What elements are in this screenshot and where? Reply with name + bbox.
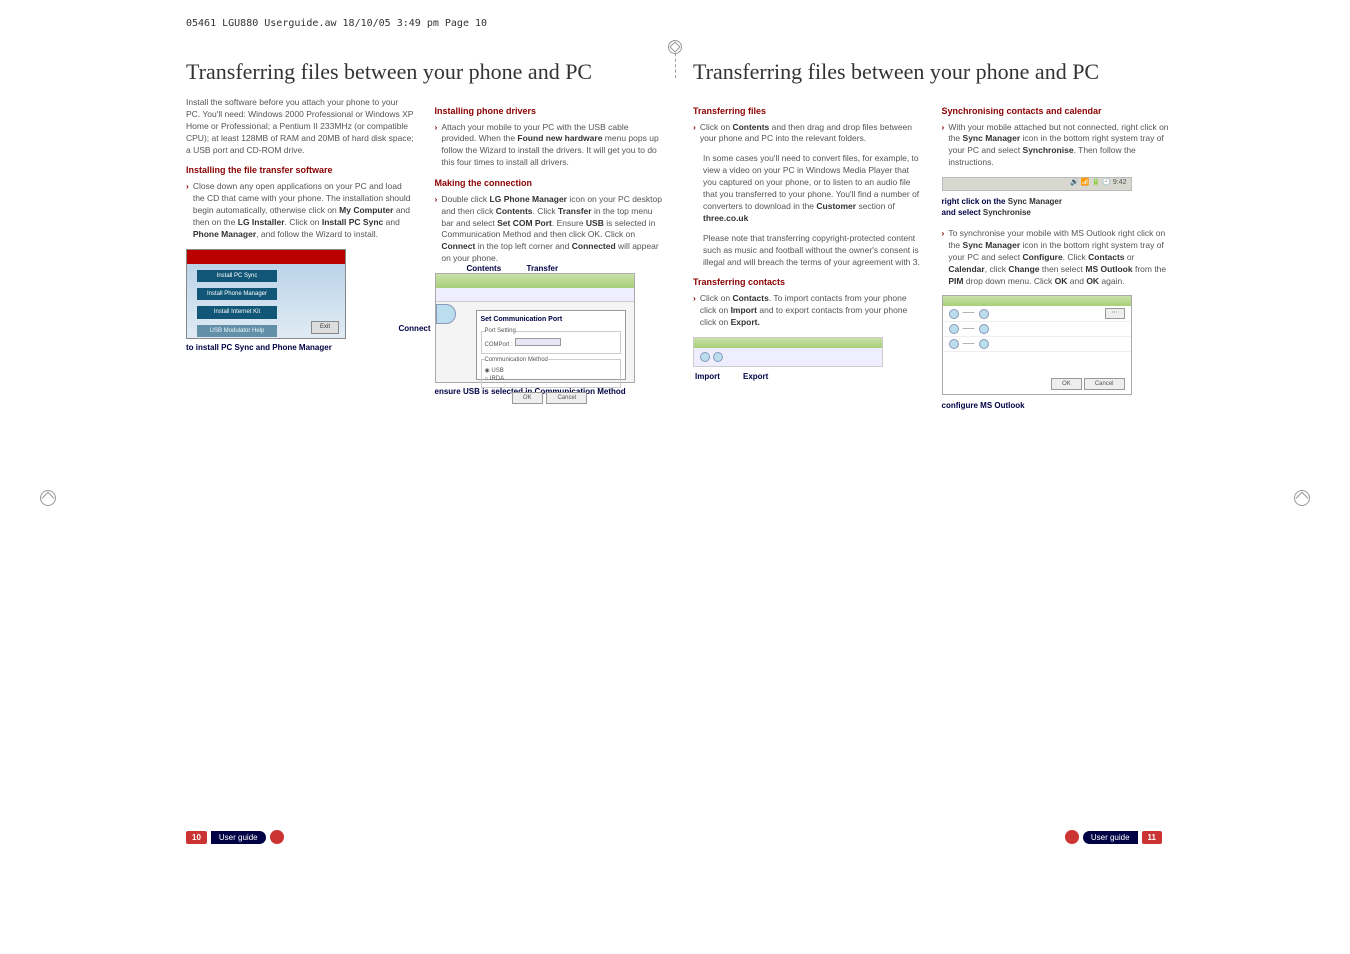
fig-install-pcsync: Install PC Sync: [197, 270, 277, 282]
making-connection-text: Double click LG Phone Manager icon on yo…: [441, 194, 663, 265]
footer-left: 10 User guide: [186, 830, 284, 844]
anno-connect: Connect: [399, 323, 431, 334]
left-col-1: Install the software before you attach y…: [186, 97, 415, 397]
copyright-note: Please note that transferring copyright-…: [703, 233, 922, 269]
tray-caption: right click on the Sync Manager and sele…: [942, 197, 1171, 218]
heading-install-drivers: Installing phone drivers: [435, 105, 664, 118]
heading-transferring-contacts: Transferring contacts: [693, 276, 922, 289]
bullet-icon: ›: [186, 181, 189, 240]
bullet-icon: ›: [693, 122, 696, 146]
anno-import: Import: [695, 371, 720, 382]
left-col-2: Installing phone drivers › Attach your m…: [435, 97, 664, 397]
anno-export: Export: [743, 371, 768, 382]
fig-exit-button: Exit: [311, 321, 339, 333]
fig-install-internet: Install Internet Kit: [197, 306, 277, 318]
right-col-1: Transferring files › Click on Contents a…: [693, 97, 922, 412]
sync-text: With your mobile attached but not connec…: [948, 122, 1170, 170]
bullet-icon: ›: [942, 122, 945, 170]
install-software-text: Close down any open applications on your…: [193, 181, 415, 240]
bullet-icon: ›: [435, 194, 438, 265]
brand-icon: [270, 830, 284, 844]
page-number: 10: [186, 831, 207, 844]
file-header: 05461 LGU880 Userguide.aw 18/10/05 3:49 …: [0, 0, 1350, 29]
page-title: Transferring files between your phone an…: [186, 59, 663, 85]
user-guide-label: User guide: [211, 831, 266, 844]
crop-mark-left: [40, 490, 56, 506]
bullet-icon: ›: [435, 122, 438, 170]
install-caption: to install PC Sync and Phone Manager: [186, 343, 415, 353]
install-drivers-text: Attach your mobile to your PC with the U…: [441, 122, 663, 170]
outlook-sync-text: To synchronise your mobile with MS Outlo…: [948, 228, 1170, 287]
heading-transferring-files: Transferring files: [693, 105, 922, 118]
heading-sync: Synchronising contacts and calendar: [942, 105, 1171, 118]
fig-usb-help: USB Modulator Help: [197, 325, 277, 337]
transferring-contacts-text: Click on Contacts. To import contacts fr…: [700, 293, 922, 329]
heading-install-software: Installing the file transfer software: [186, 164, 415, 177]
page-right: Transferring files between your phone an…: [693, 59, 1170, 412]
right-col-2: Synchronising contacts and calendar › Wi…: [942, 97, 1171, 412]
outlook-caption: configure MS Outlook: [942, 401, 1171, 411]
page-title: Transferring files between your phone an…: [693, 59, 1170, 85]
user-guide-label: User guide: [1083, 831, 1138, 844]
heading-making-connection: Making the connection: [435, 177, 664, 190]
bullet-icon: ›: [942, 228, 945, 287]
fig-install-phonemgr: Install Phone Manager: [197, 288, 277, 300]
outlook-config-figure: —— ⋯ —— —— OKCancel: [942, 295, 1132, 395]
crop-mark-right: [1294, 490, 1310, 506]
intro-text: Install the software before you attach y…: [186, 97, 415, 156]
bullet-icon: ›: [693, 293, 696, 329]
comport-figure: Set Communication Port Port Setting COMP…: [435, 273, 635, 383]
system-tray-figure: 🔊 📶 🔋 🕘 9:42: [942, 177, 1132, 191]
footer-right: User guide 11: [1065, 830, 1162, 844]
transferring-files-text: Click on Contents and then drag and drop…: [700, 122, 922, 146]
page-number: 11: [1142, 831, 1162, 844]
install-wizard-figure: Install PC Sync Install Phone Manager In…: [186, 249, 415, 353]
page-left: Transferring files between your phone an…: [186, 59, 663, 412]
convert-note: In some cases you'll need to convert fil…: [703, 153, 922, 224]
contacts-figure: [693, 337, 883, 367]
crop-mark-top: [668, 40, 682, 54]
brand-icon: [1065, 830, 1079, 844]
